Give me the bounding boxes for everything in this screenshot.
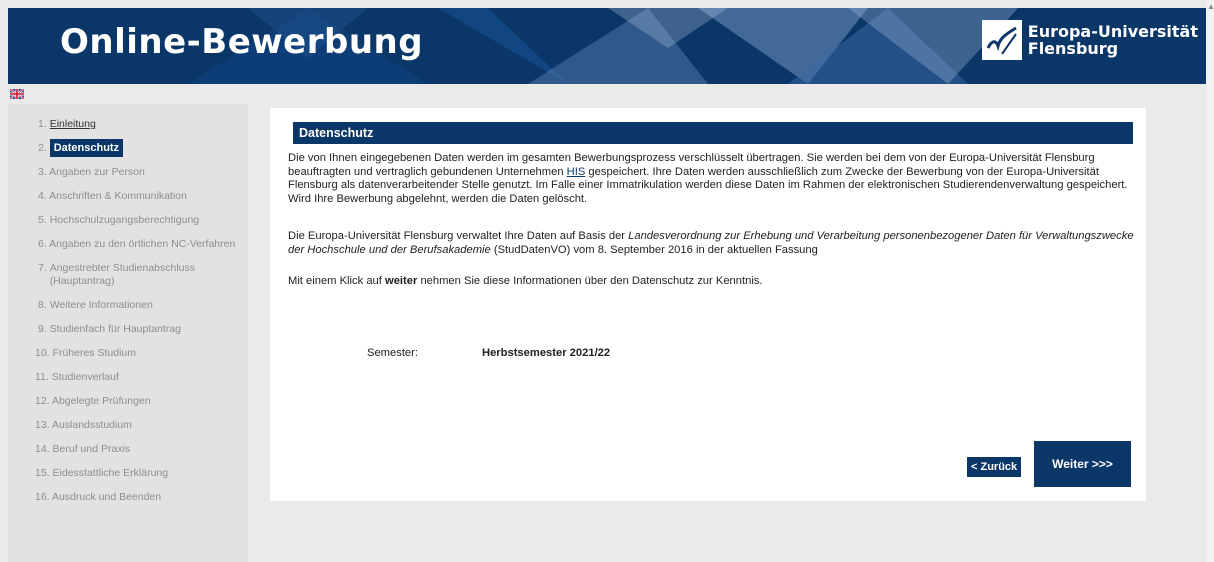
sidebar-item-label: Weitere Informationen (49, 299, 153, 311)
sidebar-item-frueheres-studium: 10. Früheres Studium (35, 347, 136, 359)
section-title: Datenschutz (293, 122, 1133, 144)
sidebar-item-studienverlauf: 11. Studienverlauf (35, 371, 119, 383)
sidebar-item-datenschutz[interactable]: 2. Datenschutz (8, 139, 248, 157)
sidebar-item-studienabschluss: 7. Angestrebter Studienabschluss (Haupta… (8, 262, 248, 288)
sidebar-item-label: Beruf und Praxis (52, 443, 131, 455)
sidebar-item-auslandsstudium: 13. Auslandsstudium (35, 419, 132, 431)
page-scrollbar[interactable]: ▲ (1206, 0, 1214, 562)
privacy-paragraph-3: Mit einem Klick auf weiter nehmen Sie di… (288, 275, 763, 287)
university-logo[interactable]: Europa-Universität Flensburg (981, 20, 1198, 60)
progress-sidebar: 1. Einleitung 2. Datenschutz 3. Angaben … (8, 104, 248, 562)
semester-label: Semester: (367, 347, 418, 359)
logo-line-1: Europa-Universität (1027, 22, 1198, 41)
content-panel: Datenschutz Die von Ihnen eingegebenen D… (270, 108, 1146, 501)
sidebar-item-label: Datenschutz (49, 139, 124, 157)
sidebar-item-pruefungen: 12. Abgelegte Prüfungen (35, 395, 151, 407)
sidebar-item-label: Früheres Studium (52, 347, 136, 359)
sidebar-item-anschriften: 4. Anschriften & Kommunikation (38, 190, 187, 202)
sidebar-item-hzb: 5. Hochschulzugangsberechtigung (38, 214, 200, 226)
sidebar-item-label[interactable]: Einleitung (50, 118, 96, 130)
sidebar-item-label: Auslandsstudium (51, 419, 132, 431)
sidebar-item-nc-verfahren: 6. Angaben zu den örtlichen NC-Verfahren (38, 238, 236, 250)
sidebar-item-label: Eidesstattliche Erklärung (52, 467, 169, 479)
page-header: Online-Bewerbung Europa-Universität Flen… (8, 8, 1206, 84)
sidebar-item-label: Angaben zur Person (49, 166, 145, 178)
back-button[interactable]: < Zurück (967, 457, 1022, 477)
euf-logo-icon (981, 20, 1022, 60)
sidebar-item-einleitung[interactable]: 1. Einleitung (8, 118, 248, 131)
sidebar-item-ausdruck: 16. Ausdruck und Beenden (35, 491, 162, 503)
logo-line-2: Flensburg (1027, 39, 1119, 58)
sidebar-item-beruf: 14. Beruf und Praxis (35, 443, 131, 455)
sidebar-item-label: Angestrebter Studienabschluss (Hauptantr… (49, 262, 196, 287)
privacy-paragraph-1: Die von Ihnen eingegebenen Daten werden … (288, 152, 1128, 205)
his-link[interactable]: HIS (567, 166, 586, 178)
uk-flag-icon[interactable] (10, 89, 24, 99)
header-title: Online-Bewerbung (60, 22, 424, 62)
sidebar-item-eidesstattlich: 15. Eidesstattliche Erklärung (35, 467, 169, 479)
sidebar-item-label: Abgelegte Prüfungen (51, 395, 151, 407)
next-button[interactable]: Weiter >>> (1034, 441, 1131, 487)
privacy-paragraph-2: Die Europa-Universität Flensburg verwalt… (288, 230, 1134, 256)
semester-value: Herbstsemester 2021/22 (482, 347, 611, 359)
sidebar-item-label: Anschriften & Kommunikation (49, 190, 187, 202)
sidebar-item-label: Studienfach für Hauptantrag (49, 323, 182, 335)
sidebar-item-weitere-info: 8. Weitere Informationen (38, 299, 153, 311)
sidebar-item-label: Hochschulzugangsberechtigung (49, 214, 200, 226)
step-navigation: 1. Einleitung 2. Datenschutz 3. Angaben … (8, 104, 248, 504)
sidebar-item-label: Studienverlauf (51, 371, 119, 383)
sidebar-item-label: Angaben zu den örtlichen NC-Verfahren (49, 238, 236, 250)
scroll-up-icon[interactable]: ▲ (1207, 2, 1214, 11)
sidebar-item-studienfach: 9. Studienfach für Hauptantrag (38, 323, 182, 335)
sidebar-item-label: Ausdruck und Beenden (51, 491, 162, 503)
sidebar-item-person: 3. Angaben zur Person (38, 166, 145, 178)
